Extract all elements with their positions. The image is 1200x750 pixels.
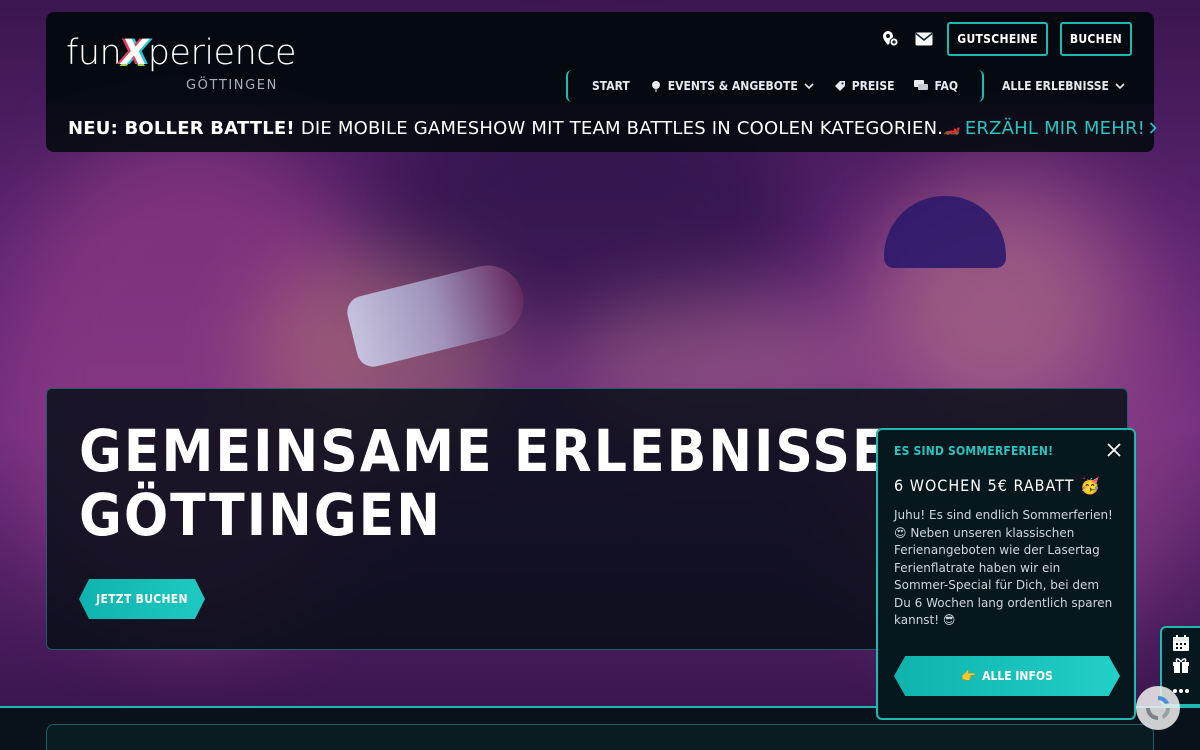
popup-title: 6 WOCHEN 5€ RABATT 🥳 [894,476,1101,495]
chat-icon [914,80,929,90]
book-button[interactable]: BUCHEN [1059,22,1132,56]
summer-promo-popup: ES SIND SOMMERFERIEN! 6 WOCHEN 5€ RABATT… [876,428,1136,720]
recaptcha-badge[interactable] [1136,686,1180,730]
nav-faq[interactable]: FAQ [904,70,968,102]
location-icon[interactable] [879,28,901,50]
nav-group-primary: START EVENTS & ANGEBOTE PREISE FAQ [566,70,985,102]
pointing-hand-icon: 👉 [961,669,977,683]
tag-icon [834,81,845,91]
chevron-down-icon [804,83,814,89]
logo-city: GÖTTINGEN [186,78,278,93]
announcement-text: DIE MOBILE GAMESHOW MIT TEAM BATTLES IN … [300,117,944,139]
logo-wordmark: funXperience [66,33,297,73]
all-info-button[interactable]: 👉 ALLE INFOS [894,656,1120,696]
race-car-icon: 🏎️ [943,120,961,136]
gift-icon[interactable] [1172,656,1190,678]
main-nav: START EVENTS & ANGEBOTE PREISE FAQ ALLE … [566,70,1135,102]
balloon-icon [651,81,660,92]
announcement-link[interactable]: 🏎️ ERZÄHL MIR MEHR! [943,118,1157,139]
recaptcha-icon [1146,695,1171,720]
calendar-icon[interactable] [1172,634,1190,656]
popup-body: Juhu! Es sind endlich Sommerferien! 😍 Ne… [894,508,1113,627]
close-icon[interactable] [1106,442,1122,458]
nav-all-experiences[interactable]: ALLE ERLEBNISSE [992,70,1135,102]
popup-eyebrow: ES SIND SOMMERFERIEN! [894,444,1054,458]
lower-card [46,724,1154,750]
announcement-headline: NEU: BOLLER BATTLE! [68,117,295,139]
mail-icon[interactable] [913,28,935,50]
chevron-down-icon [1115,83,1125,89]
nav-prices[interactable]: PREISE [824,70,905,102]
chevron-right-icon [1149,122,1157,134]
nav-start[interactable]: START [582,70,640,102]
site-header: funXperience GÖTTINGEN GUTSCHEINE BUCHEN… [46,12,1154,104]
nav-events[interactable]: EVENTS & ANGEBOTE [640,70,824,102]
vouchers-button[interactable]: GUTSCHEINE [947,22,1048,56]
announcement-bar: NEU: BOLLER BATTLE! DIE MOBILE GAMESHOW … [46,104,1157,152]
book-now-button[interactable]: JETZT BUCHEN [79,579,205,619]
site-logo[interactable]: funXperience GÖTTINGEN [66,24,297,96]
utility-bar: GUTSCHEINE BUCHEN [879,22,1132,56]
